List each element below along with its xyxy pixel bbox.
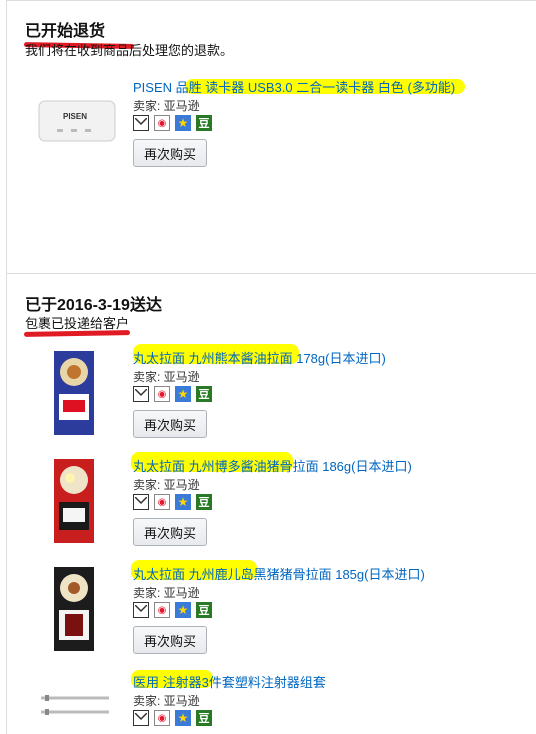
mail-icon[interactable] bbox=[133, 602, 149, 618]
order-item: 丸太拉面 九州博多酱油猪骨拉面 186g(日本进口) 卖家: 亚马逊 ◉ ★ 豆… bbox=[7, 452, 536, 556]
section-heading: 已于2016-3-19送达 bbox=[25, 297, 162, 314]
share-icons: ◉ ★ 豆 bbox=[133, 710, 212, 728]
douban-icon[interactable]: 豆 bbox=[196, 386, 212, 402]
mail-icon[interactable] bbox=[133, 386, 149, 402]
product-image[interactable] bbox=[37, 690, 113, 724]
mail-icon[interactable] bbox=[133, 115, 149, 131]
seller-label: 卖家: 亚马逊 bbox=[133, 370, 200, 384]
share-icons: ◉ ★ 豆 bbox=[133, 115, 212, 133]
product-image[interactable] bbox=[53, 566, 95, 652]
share-icons: ◉ ★ 豆 bbox=[133, 494, 212, 512]
order-item: 丸太拉面 九州鹿儿岛黑猪猪骨拉面 185g(日本进口) 卖家: 亚马逊 ◉ ★ … bbox=[7, 560, 536, 664]
delivered-section: 已于2016-3-19送达 包裹已投递给客户 丸太拉面 九州熊本酱油拉面 178… bbox=[6, 273, 536, 734]
buy-again-button[interactable]: 再次购买 bbox=[133, 410, 207, 438]
weibo-icon[interactable]: ◉ bbox=[154, 494, 170, 510]
qzone-icon[interactable]: ★ bbox=[175, 494, 191, 510]
product-image[interactable]: PISEN bbox=[37, 97, 117, 145]
buy-again-button[interactable]: 再次购买 bbox=[133, 626, 207, 654]
seller-label: 卖家: 亚马逊 bbox=[133, 478, 200, 492]
qzone-icon[interactable]: ★ bbox=[175, 386, 191, 402]
product-title-link[interactable]: 丸太拉面 九州鹿儿岛黑猪猪骨拉面 185g(日本进口) bbox=[133, 564, 425, 583]
svg-text:PISEN: PISEN bbox=[63, 112, 87, 121]
weibo-icon[interactable]: ◉ bbox=[154, 710, 170, 726]
douban-icon[interactable]: 豆 bbox=[196, 494, 212, 510]
share-icons: ◉ ★ 豆 bbox=[133, 602, 212, 620]
product-title-link[interactable]: 丸太拉面 九州博多酱油猪骨拉面 186g(日本进口) bbox=[133, 456, 412, 475]
order-item: 丸太拉面 九州熊本酱油拉面 178g(日本进口) 卖家: 亚马逊 ◉ ★ 豆 再… bbox=[7, 344, 536, 448]
buy-again-button[interactable]: 再次购买 bbox=[133, 139, 207, 167]
douban-icon[interactable]: 豆 bbox=[196, 710, 212, 726]
douban-icon[interactable]: 豆 bbox=[196, 115, 212, 131]
red-annotation bbox=[23, 330, 131, 337]
section-subtext: 包裹已投递给客户 bbox=[25, 316, 130, 331]
seller-label: 卖家: 亚马逊 bbox=[133, 694, 200, 708]
seller-label: 卖家: 亚马逊 bbox=[133, 99, 200, 113]
seller-label: 卖家: 亚马逊 bbox=[133, 586, 200, 600]
qzone-icon[interactable]: ★ bbox=[175, 115, 191, 131]
section-subtext: 我们将在收到商品后处理您的退款。 bbox=[25, 43, 234, 58]
qzone-icon[interactable]: ★ bbox=[175, 602, 191, 618]
weibo-icon[interactable]: ◉ bbox=[154, 602, 170, 618]
product-title-link[interactable]: PISEN 品胜 读卡器 USB3.0 二合一读卡器 白色 (多功能) bbox=[133, 77, 455, 96]
buy-again-button[interactable]: 再次购买 bbox=[133, 518, 207, 546]
product-title-link[interactable]: 丸太拉面 九州熊本酱油拉面 178g(日本进口) bbox=[133, 348, 386, 367]
weibo-icon[interactable]: ◉ bbox=[154, 115, 170, 131]
share-icons: ◉ ★ 豆 bbox=[133, 386, 212, 404]
douban-icon[interactable]: 豆 bbox=[196, 602, 212, 618]
returns-section: 已开始退货 我们将在收到商品后处理您的退款。 PISEN PISEN 品胜 读卡… bbox=[6, 0, 536, 273]
order-item: PISEN PISEN 品胜 读卡器 USB3.0 二合一读卡器 白色 (多功能… bbox=[7, 77, 536, 177]
weibo-icon[interactable]: ◉ bbox=[154, 386, 170, 402]
product-image[interactable] bbox=[53, 458, 95, 544]
order-item: 医用 注射器3件套塑料注射器组套 卖家: 亚马逊 ◉ ★ 豆 bbox=[7, 670, 536, 732]
qzone-icon[interactable]: ★ bbox=[175, 710, 191, 726]
mail-icon[interactable] bbox=[133, 710, 149, 726]
product-title-link[interactable]: 医用 注射器3件套塑料注射器组套 bbox=[133, 672, 326, 691]
product-image[interactable] bbox=[53, 350, 95, 436]
section-heading: 已开始退货 bbox=[25, 23, 106, 40]
mail-icon[interactable] bbox=[133, 494, 149, 510]
